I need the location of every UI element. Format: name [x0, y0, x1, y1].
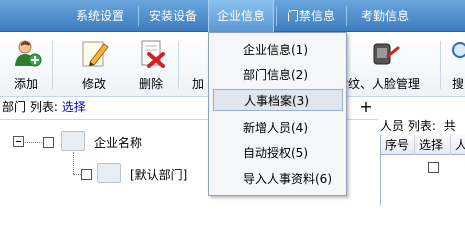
tree-root-label[interactable]: 企业名称 — [94, 134, 142, 151]
delete-doc-icon — [141, 40, 165, 68]
delete-button[interactable]: 删除 — [127, 33, 175, 97]
dropdown-item-import-personnel[interactable]: 导入人事资料(6) — [213, 168, 343, 190]
dropdown-item-auto-authorize[interactable]: 自动授权(5) — [213, 142, 343, 164]
tree-line — [73, 152, 74, 174]
toolbar-divider — [178, 41, 179, 89]
menu-attendance[interactable]: 考勤信息 — [348, 0, 422, 32]
edit-button[interactable]: 修改 — [70, 33, 118, 97]
edit-pencil-icon — [82, 41, 109, 67]
expand-plus-icon[interactable]: + — [356, 97, 376, 117]
child-checkbox[interactable] — [81, 169, 92, 180]
add-button-label: 添加 — [13, 77, 38, 91]
app-window: 系统设置 安装设备 企业信息 门禁信息 考勤信息 添加 修改 删除 加 指纹、人… — [0, 0, 465, 205]
fingerprint-face-button[interactable]: 指纹、人脸管理 — [336, 33, 432, 97]
select-link[interactable]: 选择 — [62, 100, 86, 114]
toolbar-button-partial[interactable]: 加 — [186, 33, 210, 97]
dropdown-item-add-personnel[interactable]: 新增人员(4) — [213, 117, 343, 139]
search-button[interactable]: 搜 — [446, 33, 465, 97]
personnel-list-label: 人员 列表: — [380, 119, 436, 133]
delete-button-label: 删除 — [138, 77, 163, 91]
fingerprint-face-icon — [373, 43, 400, 65]
column-header-person[interactable]: 人 — [451, 135, 465, 155]
tree-line — [73, 174, 81, 175]
personnel-count-label: 共 — [443, 119, 456, 133]
collapse-toggle[interactable] — [13, 136, 24, 147]
personnel-list-header: 人员 列表: 共 — [380, 118, 465, 134]
grid-header: 序号 选择 人 — [381, 135, 465, 155]
dropdown-item-department-info[interactable]: 部门信息(2) — [213, 64, 343, 86]
menu-access-control[interactable]: 门禁信息 — [278, 0, 344, 32]
menu-enterprise-info[interactable]: 企业信息 — [208, 0, 274, 32]
menu-separator — [138, 6, 139, 26]
menu-install-device[interactable]: 安装设备 — [140, 0, 206, 32]
dropdown-item-personnel-files[interactable]: 人事档案(3) — [213, 89, 343, 111]
row-checkbox[interactable] — [428, 162, 439, 173]
column-header-select[interactable]: 选择 — [415, 135, 451, 155]
group-icon — [97, 163, 121, 183]
toolbar-button-partial-label: 加 — [191, 77, 204, 91]
menu-separator — [346, 6, 347, 26]
group-icon — [61, 131, 85, 151]
menu-system-settings[interactable]: 系统设置 — [64, 0, 136, 32]
department-list-label: 部门 列表: — [2, 100, 58, 114]
personnel-grid: 序号 选择 人 — [380, 135, 465, 205]
toolbar-divider — [52, 41, 53, 89]
add-button[interactable]: 添加 — [2, 33, 50, 97]
add-user-icon — [15, 40, 42, 67]
tree-child-label[interactable]: [默认部门] — [130, 166, 187, 183]
search-button-label: 搜 — [451, 77, 464, 91]
menu-separator — [276, 6, 277, 26]
dropdown-item-enterprise-info[interactable]: 企业信息(1) — [213, 39, 343, 61]
column-header-index[interactable]: 序号 — [381, 135, 415, 155]
main-menu-bar: 系统设置 安装设备 企业信息 门禁信息 考勤信息 — [0, 0, 465, 32]
enterprise-info-dropdown: 企业信息(1) 部门信息(2) 人事档案(3) 新增人员(4) 自动授权(5) … — [208, 32, 347, 196]
root-checkbox[interactable] — [43, 137, 54, 148]
toolbar-divider — [440, 41, 441, 89]
search-icon — [452, 42, 465, 58]
edit-button-label: 修改 — [81, 77, 106, 91]
tree-line — [25, 142, 42, 143]
